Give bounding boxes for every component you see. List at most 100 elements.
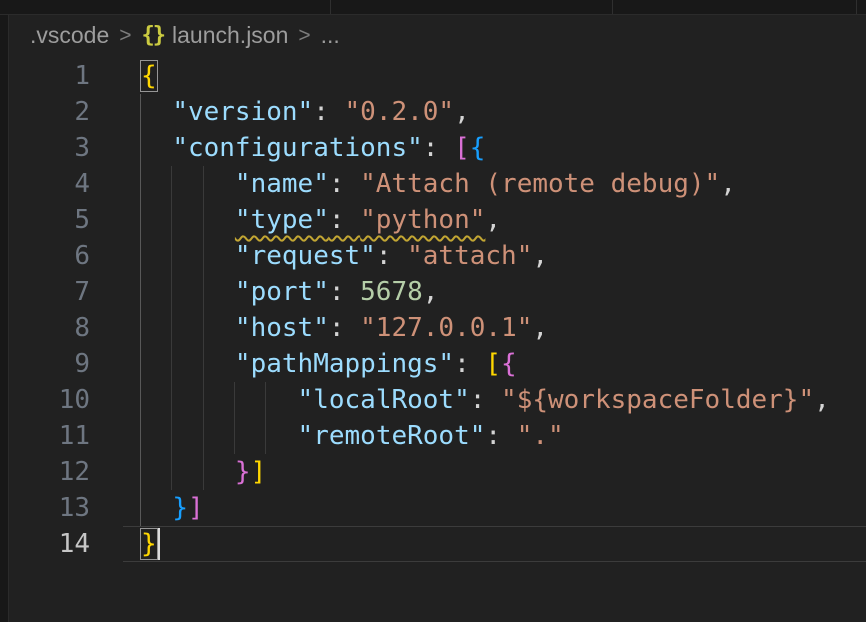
code-token xyxy=(141,241,235,271)
line-number: 12 xyxy=(9,454,123,490)
code-token: , xyxy=(485,205,501,235)
code-token xyxy=(141,205,235,235)
code-editor[interactable]: 1{2 "version": "0.2.0",3 "configurations… xyxy=(9,58,866,622)
indent-guide xyxy=(140,382,141,418)
code-token xyxy=(141,421,298,451)
code-line[interactable]: 2 "version": "0.2.0", xyxy=(9,94,866,130)
line-number: 3 xyxy=(9,130,123,166)
indent-guide xyxy=(140,166,141,202)
code-line[interactable]: 7 "port": 5678, xyxy=(9,274,866,310)
code-token xyxy=(141,385,298,415)
code-token: : xyxy=(329,277,360,307)
indent-guide xyxy=(203,166,204,202)
code-token: , xyxy=(720,169,736,199)
indent-guide xyxy=(234,382,235,418)
line-number: 6 xyxy=(9,238,123,274)
vscode-editor-window: .vscode > {} launch.json > ... 1{2 "vers… xyxy=(0,0,866,622)
code-line[interactable]: 11 "remoteRoot": "." xyxy=(9,418,866,454)
text-cursor xyxy=(158,528,160,560)
line-number: 9 xyxy=(9,346,123,382)
code-token: "port" xyxy=(235,277,329,307)
code-token: "Attach (remote debug)" xyxy=(360,169,720,199)
line-number: 5 xyxy=(9,202,123,238)
code-line[interactable]: 14} xyxy=(9,526,866,562)
tab[interactable] xyxy=(613,0,856,14)
tab-separator xyxy=(856,0,857,14)
indent-guide xyxy=(203,454,204,490)
code-line[interactable]: 6 "request": "attach", xyxy=(9,238,866,274)
indent-guide xyxy=(140,310,141,346)
tab[interactable] xyxy=(331,0,612,14)
code-line[interactable]: 5 "type": "python", xyxy=(9,202,866,238)
code-line[interactable]: 8 "host": "127.0.0.1", xyxy=(9,310,866,346)
indent-guide xyxy=(140,454,141,490)
indent-guide xyxy=(171,382,172,418)
line-number: 1 xyxy=(9,58,123,94)
code-line[interactable]: 13 }] xyxy=(9,490,866,526)
indent-guide xyxy=(140,238,141,274)
code-token xyxy=(141,97,172,127)
indent-guide xyxy=(140,418,141,454)
breadcrumb-folder[interactable]: .vscode xyxy=(30,22,109,49)
code-token xyxy=(141,457,235,487)
breadcrumb-symbol-more[interactable]: ... xyxy=(321,22,340,49)
code-token: , xyxy=(454,97,470,127)
code-token: { xyxy=(501,349,517,379)
code-token: "python" xyxy=(360,205,485,235)
indent-guide xyxy=(171,346,172,382)
indent-guide xyxy=(171,166,172,202)
line-number: 8 xyxy=(9,310,123,346)
editor-left-edge xyxy=(0,15,9,622)
indent-guide xyxy=(140,274,141,310)
json-file-icon: {} xyxy=(142,23,165,48)
line-number: 10 xyxy=(9,382,123,418)
line-number: 11 xyxy=(9,418,123,454)
code-token: : xyxy=(329,313,360,343)
code-line[interactable]: 3 "configurations": [{ xyxy=(9,130,866,166)
code-line[interactable]: 10 "localRoot": "${workspaceFolder}", xyxy=(9,382,866,418)
indent-guide xyxy=(140,130,141,166)
code-token: { xyxy=(470,133,486,163)
code-token: , xyxy=(532,241,548,271)
indent-guide xyxy=(171,310,172,346)
warning-squiggle: "type": "python" xyxy=(235,205,485,235)
code-token: : xyxy=(470,385,501,415)
code-token: "name" xyxy=(235,169,329,199)
code-token: "${workspaceFolder}" xyxy=(501,385,814,415)
code-line[interactable]: 1{ xyxy=(9,58,866,94)
breadcrumb-file[interactable]: launch.json xyxy=(172,22,288,49)
indent-guide xyxy=(203,202,204,238)
code-token: "type" xyxy=(235,205,329,235)
code-token: "localRoot" xyxy=(298,385,470,415)
line-number: 4 xyxy=(9,166,123,202)
indent-guide xyxy=(140,346,141,382)
tab[interactable] xyxy=(0,0,330,14)
code-line[interactable]: 9 "pathMappings": [{ xyxy=(9,346,866,382)
code-token: : xyxy=(329,169,360,199)
code-token: ] xyxy=(251,457,267,487)
code-token: ] xyxy=(188,493,204,523)
indent-guide xyxy=(203,238,204,274)
indent-guide xyxy=(140,94,141,130)
code-token: : xyxy=(313,97,344,127)
code-line[interactable]: 12 }] xyxy=(9,454,866,490)
code-line[interactable]: 4 "name": "Attach (remote debug)", xyxy=(9,166,866,202)
code-token xyxy=(141,133,172,163)
code-token: "request" xyxy=(235,241,376,271)
tab-strip xyxy=(0,0,866,15)
indent-guide xyxy=(265,382,266,418)
code-token: : xyxy=(485,421,516,451)
indent-guide xyxy=(203,382,204,418)
code-token: : xyxy=(454,349,485,379)
line-number: 7 xyxy=(9,274,123,310)
code-token: "version" xyxy=(172,97,313,127)
indent-guide xyxy=(203,310,204,346)
code-token: "0.2.0" xyxy=(345,97,455,127)
code-token: : xyxy=(423,133,454,163)
code-token xyxy=(141,169,235,199)
indent-guide xyxy=(171,238,172,274)
code-token: "attach" xyxy=(407,241,532,271)
code-token: [ xyxy=(454,133,470,163)
indent-guide xyxy=(171,202,172,238)
line-number: 13 xyxy=(9,490,123,526)
